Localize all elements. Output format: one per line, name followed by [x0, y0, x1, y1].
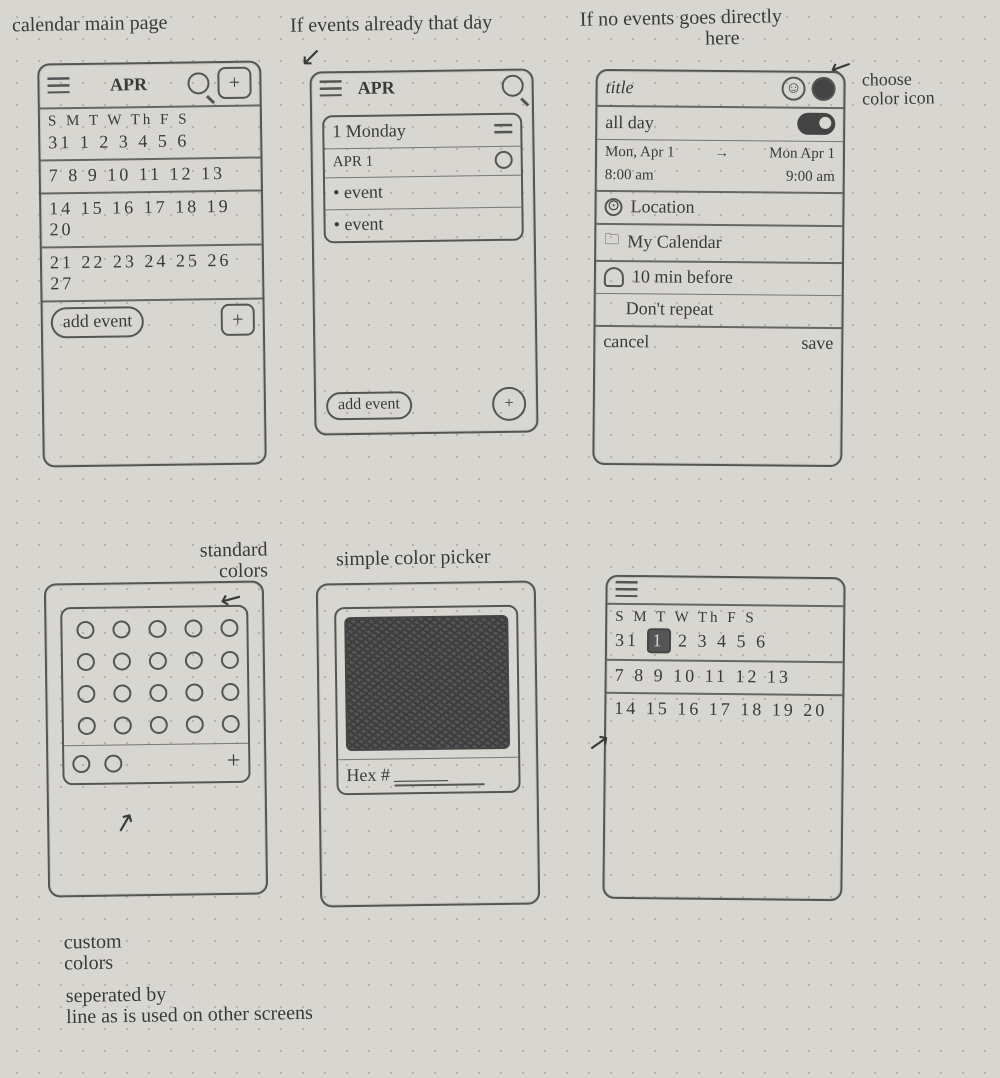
week-row-2[interactable]: 7 8 9 10 11 12 13: [615, 665, 792, 688]
search-icon[interactable]: [502, 75, 524, 97]
screen-calendar-main: APR + S M T W Th F S 31 1 2 3 4 5 6 7 8 …: [37, 60, 267, 467]
color-swatch[interactable]: [149, 652, 167, 670]
search-icon[interactable]: [187, 72, 209, 94]
hamburger-icon[interactable]: [47, 77, 69, 93]
end-time[interactable]: 9:00 am: [786, 169, 835, 186]
color-swatch[interactable]: [221, 683, 239, 701]
event-title-input[interactable]: title: [605, 77, 633, 98]
add-event-button[interactable]: add event: [326, 391, 412, 420]
week-row-1[interactable]: 31 1 2 3 4 5 6: [615, 628, 768, 655]
color-swatch[interactable]: [222, 715, 240, 733]
color-gradient-area[interactable]: [344, 615, 510, 751]
hex-input[interactable]: ______: [394, 762, 484, 786]
month-label: APR: [350, 76, 494, 99]
weekday-header: S M T W Th F S: [48, 111, 190, 130]
annotation-custom-colors: custom colors: [64, 931, 123, 974]
day-header: 1 Monday: [332, 120, 406, 142]
color-swatch[interactable]: [184, 619, 202, 637]
annotation-simple-picker: simple color picker: [336, 547, 491, 571]
week-row-3[interactable]: 14 15 16 17 18 19 20: [614, 698, 827, 721]
color-swatch[interactable]: [76, 621, 94, 639]
location-icon: ⊙: [604, 197, 622, 215]
add-icon[interactable]: +: [217, 67, 251, 99]
annotation-if-events: If events already that day: [290, 12, 492, 37]
screen-calendar-highlight: S M T W Th F S 31 1 2 3 4 5 6 7 8 9 10 1…: [602, 575, 845, 901]
add-event-button[interactable]: add event: [51, 306, 145, 338]
color-swatch[interactable]: [148, 620, 166, 638]
color-swatch[interactable]: [185, 683, 203, 701]
color-swatch[interactable]: [186, 715, 204, 733]
weekday-header: S M T W Th F S: [615, 609, 757, 627]
color-swatch[interactable]: [112, 620, 130, 638]
custom-color-swatch[interactable]: [72, 754, 90, 772]
hamburger-icon[interactable]: [615, 581, 637, 597]
color-swatch[interactable]: [77, 685, 95, 703]
end-date[interactable]: Mon Apr 1: [769, 145, 835, 163]
annotation-standard-colors: standard colors: [200, 539, 268, 582]
color-swatch[interactable]: [77, 653, 95, 671]
color-swatch[interactable]: [149, 684, 167, 702]
calendar-select[interactable]: My Calendar: [627, 231, 722, 253]
color-swatch[interactable]: [78, 717, 96, 735]
screen-simple-color-picker: Hex # ______: [316, 580, 541, 907]
add-event-plus[interactable]: +: [221, 304, 255, 336]
start-date[interactable]: Mon, Apr 1: [605, 144, 675, 162]
event-item[interactable]: • event: [333, 182, 383, 204]
selected-day[interactable]: 1: [646, 628, 670, 653]
event-item[interactable]: • event: [333, 214, 383, 236]
annotation-separated-by-line: seperated by line as is used on other sc…: [66, 982, 313, 1028]
drag-handle-icon[interactable]: [494, 123, 512, 135]
color-swatch-grid: [62, 607, 248, 746]
hex-label: Hex #: [346, 765, 390, 787]
custom-color-swatch[interactable]: [104, 754, 122, 772]
annotation-choose-color: choose color icon: [862, 69, 935, 108]
annotation-main-page: calendar main page: [12, 13, 168, 37]
week-row-1[interactable]: 31 1 2 3 4 5 6: [48, 130, 189, 153]
color-picker-icon[interactable]: [811, 77, 835, 101]
color-swatch[interactable]: [221, 651, 239, 669]
arrow-to-day-view: ↙: [300, 42, 322, 72]
arrow-right-icon: →: [715, 145, 729, 161]
save-button[interactable]: save: [801, 333, 833, 354]
hamburger-icon[interactable]: [320, 80, 342, 96]
color-swatch[interactable]: [114, 716, 132, 734]
location-field[interactable]: Location: [630, 196, 694, 218]
color-swatch[interactable]: [150, 716, 168, 734]
color-swatch[interactable]: [220, 619, 238, 637]
color-swatch[interactable]: [113, 652, 131, 670]
color-swatch[interactable]: [185, 651, 203, 669]
start-time[interactable]: 8:00 am: [605, 167, 654, 184]
day-subheader: APR 1: [333, 153, 374, 171]
add-event-fab[interactable]: +: [492, 387, 526, 421]
month-label: APR: [77, 73, 179, 95]
week-row-3[interactable]: 14 15 16 17 18 19 20: [49, 196, 254, 241]
screen-day-view: APR 1 Monday APR 1 • event • event add e…: [309, 68, 538, 435]
cancel-button[interactable]: cancel: [603, 331, 649, 352]
emoji-picker-icon[interactable]: ☺: [781, 77, 805, 101]
week-row-4[interactable]: 21 22 23 24 25 26 27: [50, 250, 255, 295]
annotation-if-no-events: If no events goes directly here: [580, 6, 783, 52]
week-row-2[interactable]: 7 8 9 10 11 12 13: [49, 163, 226, 186]
screen-standard-colors: +: [44, 580, 268, 897]
repeat-select[interactable]: Don't repeat: [604, 298, 714, 320]
all-day-toggle[interactable]: [797, 113, 835, 135]
add-custom-color[interactable]: +: [227, 748, 241, 775]
calendar-icon: 🗀: [604, 229, 619, 254]
color-swatch[interactable]: [113, 684, 131, 702]
day-color-dot[interactable]: [495, 151, 513, 169]
reminder-select[interactable]: 10 min before: [632, 266, 733, 288]
all-day-label: all day: [605, 112, 654, 133]
screen-new-event: title ☺ all day Mon, Apr 1 → Mon Apr 1 8…: [592, 69, 845, 467]
bell-icon: [604, 266, 624, 286]
